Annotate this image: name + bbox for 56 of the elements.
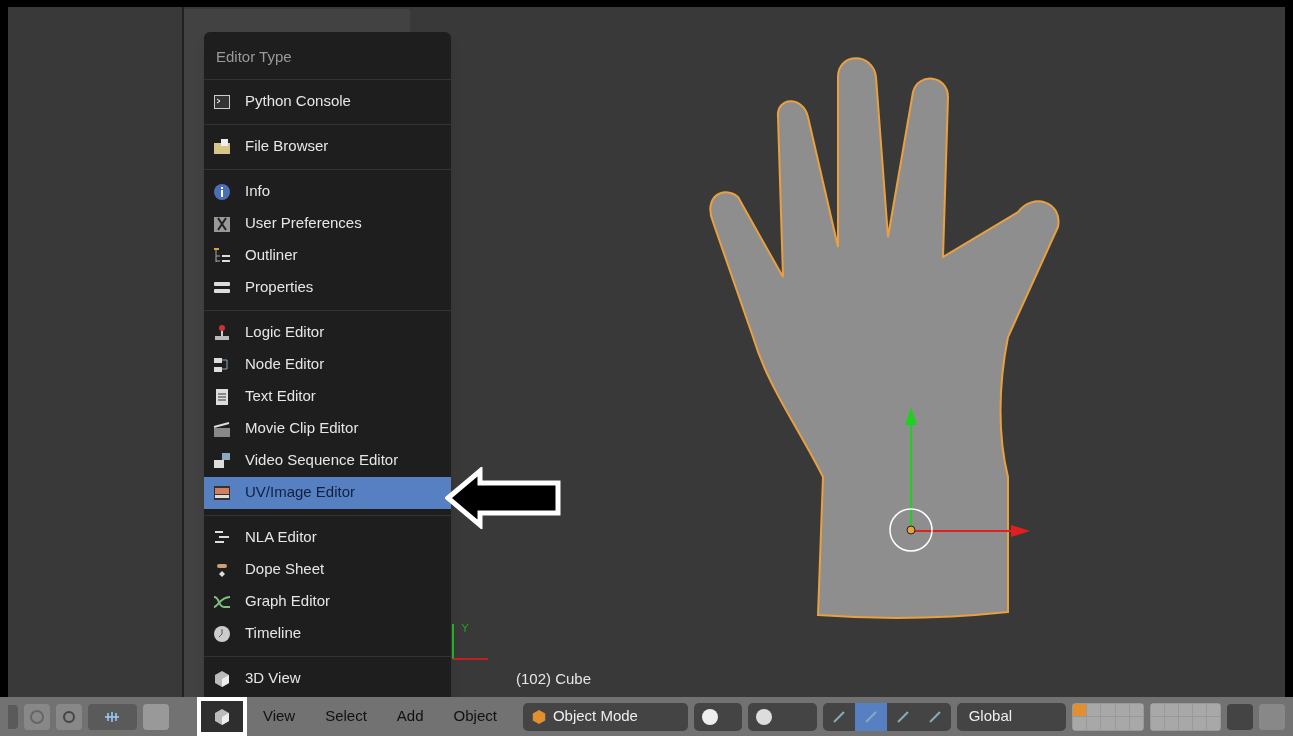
cube-icon [213,669,231,688]
header-menu[interactable]: Object [453,705,497,728]
outliner-icon [213,246,231,265]
shading-dropdown[interactable] [694,702,742,731]
lock-layers-button[interactable] [1227,703,1254,730]
menu-item[interactable]: Dope Sheet [204,553,451,586]
joystick-icon [213,323,231,342]
menu-item[interactable]: Outliner [204,239,451,272]
editor-type-button[interactable] [197,697,247,736]
header-menu[interactable]: Add [396,705,424,728]
mode-dropdown[interactable]: Object Mode [522,702,688,731]
menu-item[interactable]: Graph Editor [204,585,451,618]
info-icon [213,182,231,201]
layer-grid[interactable] [1072,702,1144,731]
text-icon [213,387,231,406]
header-menu[interactable]: Select [325,705,367,728]
menu-item[interactable]: Logic Editor [204,316,451,349]
menu-item[interactable]: File Browser [204,130,451,163]
manipulator-toggle[interactable] [918,702,951,731]
menu-item[interactable]: Python Console [204,85,451,118]
snap-target-button[interactable] [143,703,170,730]
pivot-dropdown[interactable] [747,702,818,731]
folder-icon [213,137,231,156]
node-icon [213,355,231,374]
orientation-dropdown[interactable]: Global [956,702,1067,731]
menu-item[interactable]: Movie Clip Editor [204,412,451,445]
transform-manipulator[interactable] [889,407,1030,552]
menu-item[interactable]: Video Sequence Editor [204,444,451,477]
menu-item[interactable]: Text Editor [204,380,451,413]
menu-item[interactable]: Properties [204,271,451,304]
menu-title: Editor Type [215,47,293,67]
image-icon [213,483,231,502]
cube-icon [213,707,232,726]
console-icon [213,92,231,111]
snap-magnet-button[interactable] [55,703,82,730]
menu-item[interactable]: User Preferences [204,207,451,240]
menu-item[interactable]: UV/Image Editor [204,476,451,509]
menu-item[interactable]: 3D View [204,662,451,695]
snap-element-button[interactable] [87,703,138,730]
snap-icon [104,710,121,723]
clapper-icon [213,419,231,438]
cube-icon [530,708,547,725]
preferences-icon [213,214,231,233]
object-info: (102) Cube [516,669,592,689]
menu-item[interactable]: Info [204,175,451,208]
menu-item[interactable]: Node Editor [204,348,451,381]
menu-item[interactable]: Timeline [204,617,451,650]
menu-item[interactable]: NLA Editor [204,521,451,554]
manipulator-toggle[interactable] [887,702,919,731]
film-icon [213,451,231,470]
proportional-button[interactable] [23,703,50,730]
layer-grid[interactable] [1149,702,1222,731]
header-menu[interactable]: View [262,705,296,728]
clock-icon [213,624,231,643]
manipulator-toggle[interactable] [855,702,888,731]
manipulator-toggle[interactable] [823,702,856,731]
